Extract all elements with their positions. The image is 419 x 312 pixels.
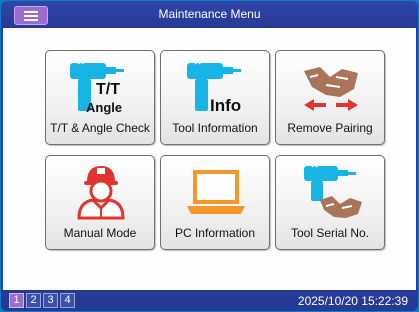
- manual-mode-button[interactable]: Manual Mode: [45, 155, 155, 250]
- tool-information-button[interactable]: Info Tool Information: [160, 50, 270, 145]
- remove-pairing-button[interactable]: Remove Pairing: [275, 50, 385, 145]
- tile-label: Tool Information: [172, 121, 258, 135]
- pc-information-button[interactable]: PC Information: [160, 155, 270, 250]
- worker-icon: [77, 166, 125, 220]
- handshake-arrows-icon: [304, 67, 358, 111]
- tile-label: Tool Serial No.: [290, 226, 370, 240]
- page-2-button[interactable]: 2: [26, 293, 41, 308]
- tool-serial-no-button[interactable]: Tool Serial No.: [275, 155, 385, 250]
- tile-label: Remove Pairing: [287, 121, 373, 135]
- icon-text-tt: T/T: [96, 81, 120, 98]
- laptop-icon: [187, 170, 245, 214]
- menu-grid: T/T Angle T/T & Angle Check Info Tool In…: [3, 28, 416, 290]
- tile-label: PC Information: [174, 226, 256, 240]
- icon-text-angle: Angle: [86, 100, 122, 115]
- status-bar: 1 2 3 4 2025/10/20 15:22:39: [1, 290, 418, 311]
- page-title: Maintenance Menu: [158, 7, 261, 21]
- tile-label: Manual Mode: [63, 226, 137, 240]
- app-window: Maintenance Menu T/T Angle T/T & Angle C…: [1, 1, 418, 311]
- page-3-button[interactable]: 3: [43, 293, 58, 308]
- tt-angle-check-button[interactable]: T/T Angle T/T & Angle Check: [45, 50, 155, 145]
- tool-handshake-icon: [304, 163, 362, 218]
- title-bar: Maintenance Menu: [1, 1, 418, 28]
- tool-info-icon: Info: [187, 60, 241, 115]
- torque-tool-angle-icon: T/T Angle: [70, 60, 124, 115]
- datetime-display: 2025/10/20 15:22:39: [297, 294, 408, 308]
- page-4-button[interactable]: 4: [60, 293, 75, 308]
- icon-text-info: Info: [210, 96, 241, 115]
- page-1-button[interactable]: 1: [9, 293, 24, 308]
- tile-label: T/T & Angle Check: [50, 121, 150, 135]
